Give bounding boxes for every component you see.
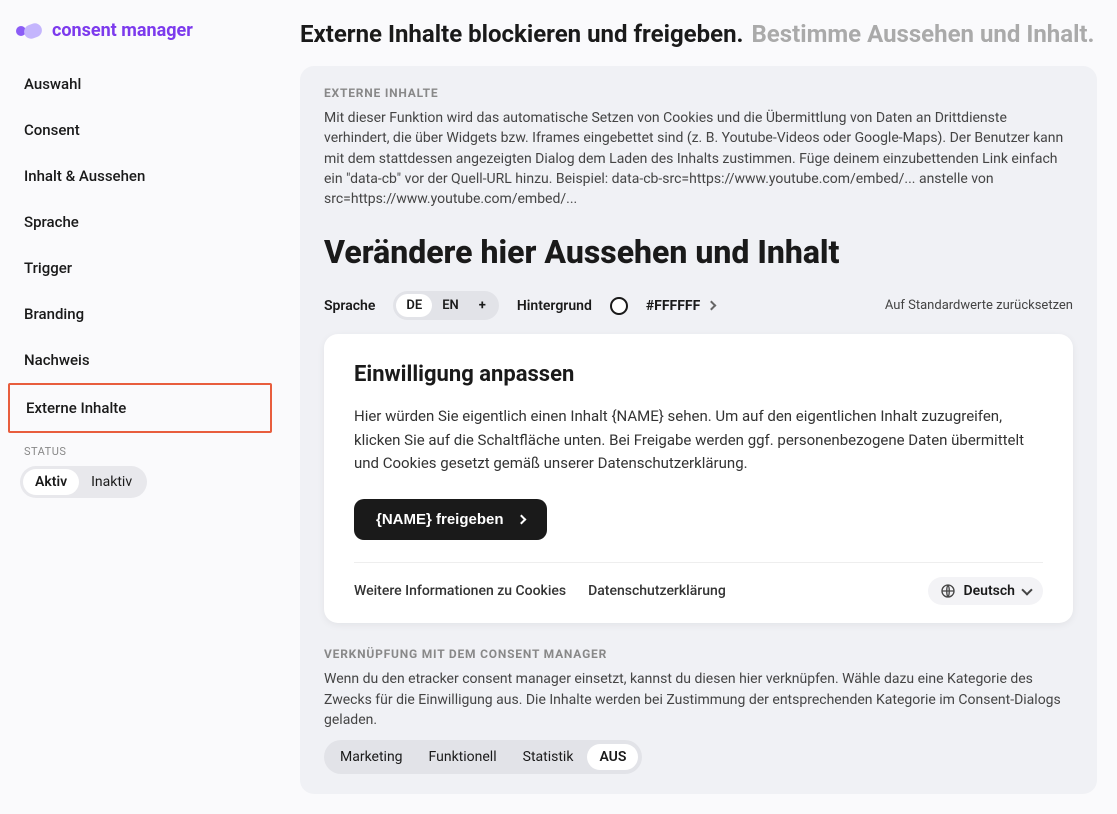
bg-label: Hintergrund (517, 298, 592, 314)
page-header: Externe Inhalte blockieren und freigeben… (300, 0, 1097, 66)
logo-text: consent manager (52, 20, 193, 41)
ext-content-description: Mit dieser Funktion wird das automatisch… (324, 108, 1073, 209)
config-title: Verändere hier Aussehen und Inhalt (324, 233, 1073, 271)
chevron-right-icon (706, 301, 716, 311)
lang-label: Sprache (324, 298, 375, 314)
lang-add[interactable]: + (469, 294, 496, 317)
reset-defaults-link[interactable]: Auf Standardwerte zurücksetzen (885, 298, 1073, 313)
nav-externe-inhalte[interactable]: Externe Inhalte (8, 383, 272, 433)
sidebar-nav: Auswahl Consent Inhalt & Aussehen Sprach… (8, 61, 272, 433)
chevron-right-icon (516, 515, 526, 525)
nav-consent[interactable]: Consent (8, 107, 272, 153)
lang-en[interactable]: EN (432, 294, 469, 317)
nav-auswahl[interactable]: Auswahl (8, 61, 272, 107)
category-switcher[interactable]: Marketing Funktionell Statistik AUS (324, 740, 642, 774)
language-switcher[interactable]: DE EN + (393, 291, 498, 320)
preview-body: Hier würden Sie eigentlich einen Inhalt … (354, 405, 1043, 475)
content-box: EXTERNE INHALTE Mit dieser Funktion wird… (300, 66, 1097, 794)
page-subtitle: Bestimme Aussehen und Inhalt. (751, 20, 1094, 48)
nav-sprache[interactable]: Sprache (8, 199, 272, 245)
release-button[interactable]: {NAME} freigeben (354, 499, 547, 540)
consent-preview-card: Einwilligung anpassen Hier würden Sie ei… (324, 334, 1073, 623)
nav-nachweis[interactable]: Nachweis (8, 337, 272, 383)
privacy-link[interactable]: Datenschutzerklärung (588, 583, 726, 599)
status-toggle[interactable]: Aktiv Inaktiv (20, 466, 147, 498)
link-section-label: VERKNÜPFUNG MIT DEM CONSENT MANAGER (324, 647, 1073, 661)
status-label: STATUS (8, 437, 272, 466)
ext-content-label: EXTERNE INHALTE (324, 86, 1073, 100)
preview-language-select[interactable]: Deutsch (928, 577, 1043, 605)
config-row: Sprache DE EN + Hintergrund #FFFFFF Auf … (324, 291, 1073, 320)
cookies-info-link[interactable]: Weitere Informationen zu Cookies (354, 583, 566, 599)
nav-inhalt-aussehen[interactable]: Inhalt & Aussehen (8, 153, 272, 199)
bg-color-swatch[interactable] (610, 297, 628, 315)
status-inactive[interactable]: Inaktiv (79, 469, 144, 495)
cat-statistik[interactable]: Statistik (511, 744, 586, 770)
divider (354, 562, 1043, 563)
lang-de[interactable]: DE (396, 294, 432, 317)
globe-icon (940, 583, 956, 599)
cat-funktionell[interactable]: Funktionell (417, 744, 509, 770)
logo-icon (16, 22, 44, 40)
chevron-down-icon (1021, 584, 1032, 595)
app-logo: consent manager (8, 20, 272, 61)
link-section-text: Wenn du den etracker consent manager ein… (324, 669, 1073, 730)
status-active[interactable]: Aktiv (23, 469, 79, 495)
nav-branding[interactable]: Branding (8, 291, 272, 337)
cat-marketing[interactable]: Marketing (328, 744, 415, 770)
bg-color-value[interactable]: #FFFFFF (646, 298, 715, 314)
cat-aus[interactable]: AUS (587, 744, 638, 770)
preview-title: Einwilligung anpassen (354, 362, 1043, 387)
page-title: Externe Inhalte blockieren und freigeben… (300, 20, 743, 48)
nav-trigger[interactable]: Trigger (8, 245, 272, 291)
